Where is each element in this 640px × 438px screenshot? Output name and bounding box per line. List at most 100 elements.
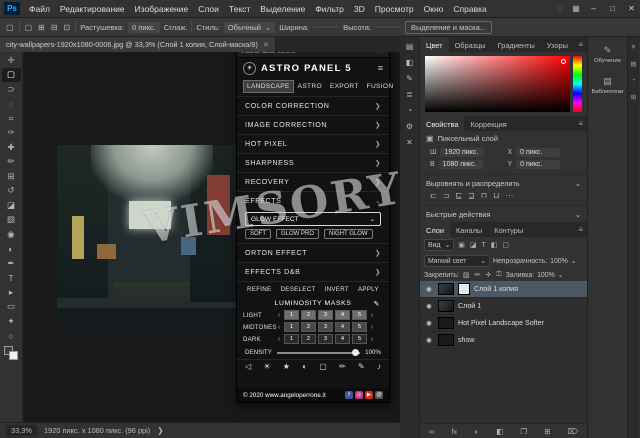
midtones-mask-5[interactable]: 5 [352, 322, 367, 332]
section-effects-db[interactable]: EFFECTS D&B ❯ [237, 262, 389, 281]
saturation-brightness-field[interactable] [425, 56, 570, 112]
width-field[interactable] [313, 26, 339, 28]
refine-button[interactable]: REFINE [247, 286, 272, 293]
histogram-panel-icon[interactable]: ▤ [406, 42, 414, 51]
tab-landscape[interactable]: LANDSCAPE [243, 80, 294, 93]
menu-layers[interactable]: Слои [193, 4, 224, 14]
tab-adjustments[interactable]: Коррекция [464, 116, 512, 131]
actions-panel-icon[interactable]: ≣ [406, 90, 413, 99]
settings-panel-icon[interactable]: ⚙ [406, 122, 413, 131]
foreground-background-swatches[interactable] [4, 346, 18, 360]
dock-clock-icon[interactable]: ◔ [632, 77, 636, 84]
window-maximize-button[interactable]: □ [604, 4, 621, 13]
brush-icon[interactable]: ✏ [339, 362, 346, 371]
lasso-tool-icon[interactable]: ⊃ [2, 82, 21, 97]
midtones-mask-1[interactable]: 1 [284, 322, 299, 332]
invert-button[interactable]: INVERT [325, 286, 349, 293]
deselect-button[interactable]: DESELECT [281, 286, 316, 293]
contrast-icon[interactable]: ◐ [302, 362, 307, 371]
stamp-tool-icon[interactable]: ⊞ [2, 169, 21, 184]
section-orton-effect[interactable]: ORTON EFFECT ❯ [237, 243, 389, 262]
tab-swatches[interactable]: Образцы [449, 37, 492, 52]
apply-button[interactable]: APPLY [358, 286, 379, 293]
tab-paths[interactable]: Контуры [488, 222, 529, 237]
width-value-field[interactable]: 1920 пикс. [440, 148, 484, 157]
eye-icon[interactable]: ◉ [424, 302, 434, 310]
dark-mask-5[interactable]: 5 [352, 334, 367, 344]
zoom-level-field[interactable]: 33,3% [6, 425, 37, 436]
clone-source-panel-icon[interactable]: ◔ [407, 106, 412, 115]
layer-thumbnail[interactable] [438, 283, 454, 295]
youtube-icon[interactable]: ▶ [365, 391, 373, 399]
dark-mask-1[interactable]: 1 [284, 334, 299, 344]
y-value-field[interactable]: 0 пикс. [516, 160, 560, 169]
tab-color[interactable]: Цвет [420, 37, 449, 52]
libraries-panel-button[interactable]: ▤ Библиотеки [592, 76, 624, 95]
layer-style-icon[interactable]: fx [452, 427, 458, 436]
prev-arrow-icon[interactable]: ‹ [276, 312, 282, 319]
layer-row[interactable]: ◉ Слой 1 [420, 298, 587, 315]
status-popup-arrow-icon[interactable]: ❯ [157, 426, 163, 435]
layer-name[interactable]: show [458, 336, 475, 344]
mask-icon[interactable]: ▢ [319, 362, 327, 371]
blend-mode-dropdown[interactable]: Мягкий свет ⌄ [424, 255, 490, 267]
tab-close-icon[interactable]: ✕ [263, 41, 269, 49]
new-selection-icon[interactable]: ▢ [24, 23, 34, 32]
layer-name[interactable]: Hot Pixel Landscape Softer [458, 319, 544, 327]
history-brush-tool-icon[interactable]: ↺ [2, 184, 21, 199]
zoom-tool-icon[interactable]: ○ [2, 329, 21, 344]
midtones-mask-3[interactable]: 3 [318, 322, 333, 332]
dark-mask-2[interactable]: 2 [301, 334, 316, 344]
crop-tool-icon[interactable]: ⌗ [2, 111, 21, 126]
prev-arrow-icon[interactable]: ‹ [276, 324, 282, 331]
lock-position-icon[interactable]: ✛ [484, 271, 492, 279]
select-and-mask-button[interactable]: Выделение и маска... [405, 21, 492, 34]
tab-properties[interactable]: Свойства [420, 116, 464, 131]
menu-help[interactable]: Справка [448, 4, 491, 14]
pen-icon[interactable]: ✎ [374, 300, 380, 308]
next-arrow-icon[interactable]: › [369, 324, 375, 331]
subtract-selection-icon[interactable]: ⊟ [50, 23, 59, 32]
info-panel-icon[interactable]: ◧ [406, 58, 414, 67]
note-icon[interactable]: ♪ [377, 362, 381, 371]
dock-add-icon[interactable]: ⊞ [631, 93, 636, 101]
align-right-icon[interactable]: ⊑ [455, 191, 462, 200]
window-minimize-button[interactable]: – [585, 4, 602, 13]
x-value-field[interactable]: 0 пикс. [516, 148, 560, 157]
new-group-icon[interactable]: ❐ [520, 427, 527, 436]
workspace-arrange-icon[interactable]: ▦ [569, 4, 583, 13]
shape-tool-icon[interactable]: ▭ [2, 300, 21, 315]
fill-value[interactable]: 100% [537, 272, 555, 279]
tab-fusion[interactable]: FUSION [363, 80, 398, 93]
lock-transparency-icon[interactable]: ▨ [462, 271, 471, 279]
pencil-icon[interactable]: ✎ [358, 362, 365, 371]
align-left-icon[interactable]: ⊏ [430, 191, 437, 200]
tab-astro[interactable]: ASTRO [294, 80, 326, 93]
feather-field[interactable]: 0 пикс. [128, 22, 160, 33]
align-center-v-icon[interactable]: ⊓ [481, 191, 487, 200]
soft-button[interactable]: SOFT [245, 229, 271, 239]
section-sharpness[interactable]: SHARPNESS ❯ [237, 153, 389, 172]
midtones-mask-4[interactable]: 4 [335, 322, 350, 332]
gradient-tool-icon[interactable]: ▧ [2, 213, 21, 228]
density-slider-handle[interactable] [352, 349, 359, 356]
color-cursor[interactable] [561, 59, 566, 64]
type-tool-icon[interactable]: T [2, 271, 21, 286]
dock-panel-icon[interactable]: ▤ [630, 60, 636, 68]
opacity-value[interactable]: 100% [550, 258, 568, 265]
light-mask-5[interactable]: 5 [352, 310, 367, 320]
light-mask-2[interactable]: 2 [301, 310, 316, 320]
section-recovery[interactable]: RECOVERY ❯ [237, 172, 389, 191]
menu-edit[interactable]: Редактирование [55, 4, 130, 14]
align-section-header[interactable]: Выровнять и распределить ⌄ [420, 174, 587, 191]
layer-filter-dropdown[interactable]: Вид ⌄ [424, 239, 454, 251]
next-arrow-icon[interactable]: › [369, 312, 375, 319]
height-field[interactable] [375, 26, 401, 28]
history-panel-icon[interactable]: ✎ [406, 74, 413, 83]
layer-thumbnail[interactable] [438, 334, 454, 346]
back-icon[interactable]: ◁ [245, 362, 251, 371]
path-select-tool-icon[interactable]: ▸ [2, 285, 21, 300]
antialias-checkbox[interactable]: Сглаж. [164, 23, 188, 32]
document-tab[interactable]: city-wallpapers-1920x1080-0006.jpg @ 33,… [0, 37, 276, 52]
marquee-tool-icon[interactable]: ▢ [2, 68, 21, 83]
